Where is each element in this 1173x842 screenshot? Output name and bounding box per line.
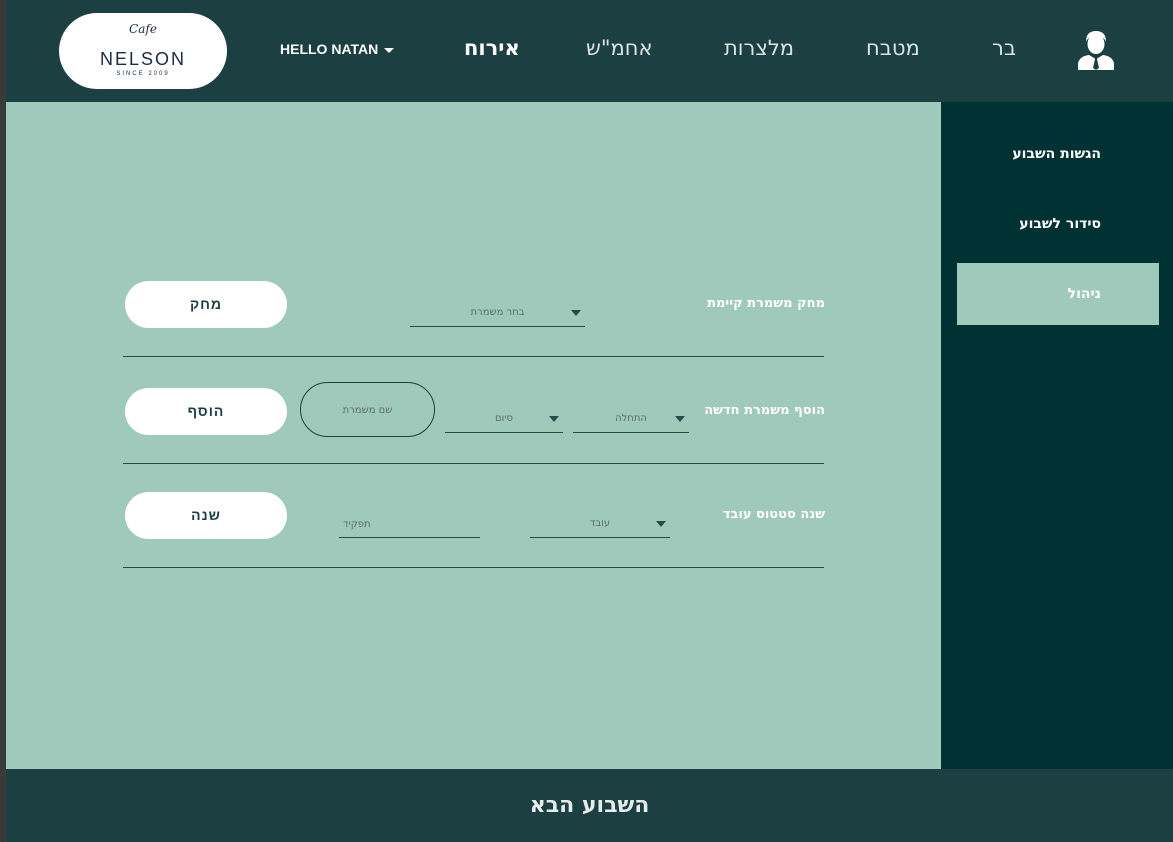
divider <box>123 463 824 464</box>
change-status-label: שנה סטטוס עובד <box>722 507 825 522</box>
add-shift-button[interactable]: הוסף <box>125 388 287 435</box>
employee-select-placeholder: עובד <box>589 518 611 529</box>
footer-bar: השבוע הבא <box>6 769 1173 842</box>
logo-name-text: NELSON <box>99 49 187 69</box>
logo-since-text: SINCE 2009 <box>116 71 170 77</box>
chevron-down-icon <box>656 521 666 527</box>
user-menu-dropdown[interactable]: HELLO NATAN <box>280 41 395 57</box>
sidebar-item-weekly-schedule[interactable]: סידור לשבוע <box>957 193 1159 255</box>
shift-start-select[interactable]: התחלה <box>573 407 689 433</box>
shift-start-placeholder: התחלה <box>615 413 647 424</box>
nav-item-shift-manager[interactable]: אחמ"ש <box>586 36 653 60</box>
chevron-down-icon <box>571 310 581 316</box>
nav-item-kitchen[interactable]: מטבח <box>866 36 920 60</box>
divider <box>123 567 824 568</box>
shift-select[interactable]: בחר משמרת <box>410 301 585 327</box>
employee-select[interactable]: עובד <box>530 512 670 538</box>
sidebar-item-weekly-submissions[interactable]: הגשות השבוע <box>957 123 1159 185</box>
shift-end-placeholder: סיום <box>494 413 514 424</box>
chevron-down-icon <box>549 416 559 422</box>
sidebar-item-management[interactable]: ניהול <box>957 263 1159 325</box>
cafe-nelson-logo[interactable]: Cafe NELSON SINCE 2009 <box>59 13 227 89</box>
management-panel: מחק משמרת קיימת בחר משמרת מחק הוסף משמרת… <box>6 102 941 769</box>
shift-select-placeholder: בחר משמרת <box>470 307 525 318</box>
next-week-link[interactable]: השבוע הבא <box>6 793 1173 818</box>
divider <box>123 356 824 357</box>
sidebar: הגשות השבוע סידור לשבוע ניהול <box>941 102 1173 769</box>
user-avatar-icon[interactable] <box>1076 28 1116 70</box>
top-navbar: Cafe NELSON SINCE 2009 HELLO NATAN אירוח… <box>6 0 1173 102</box>
nav-item-hosting[interactable]: אירוח <box>464 36 520 60</box>
shift-end-select[interactable]: סיום <box>445 407 563 433</box>
user-greeting: HELLO NATAN <box>280 41 379 57</box>
chevron-down-icon <box>675 416 685 422</box>
nav-item-waiters[interactable]: מלצרות <box>724 36 794 60</box>
logo-cafe-text: Cafe <box>129 22 157 36</box>
change-status-button[interactable]: שנה <box>125 492 287 539</box>
add-shift-label: הוסף משמרת חדשה <box>704 403 825 418</box>
chevron-down-icon <box>384 47 395 53</box>
delete-shift-button[interactable]: מחק <box>125 281 287 328</box>
nav-item-bar[interactable]: בר <box>992 36 1016 60</box>
role-input-placeholder: תפקיד <box>343 519 371 530</box>
role-input[interactable]: תפקיד <box>339 512 480 538</box>
delete-shift-label: מחק משמרת קיימת <box>707 296 825 311</box>
shift-name-input[interactable]: שם משמרת <box>300 382 435 437</box>
